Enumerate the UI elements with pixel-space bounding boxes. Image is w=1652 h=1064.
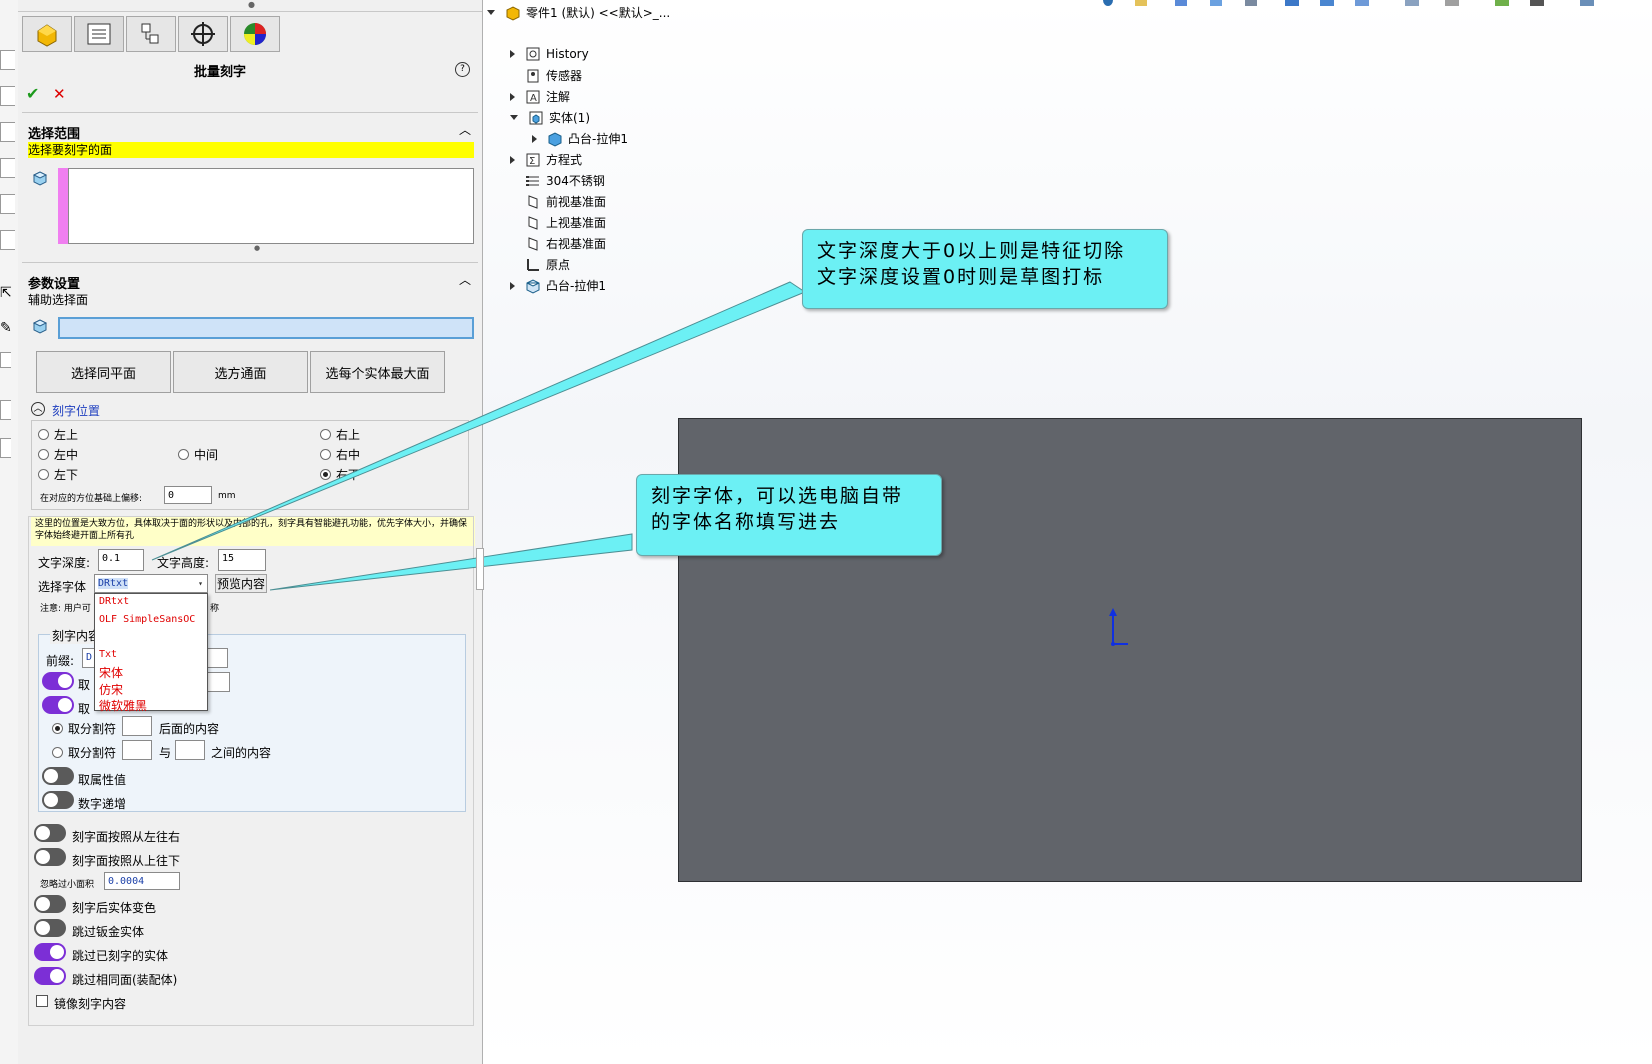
callout-depth: 文字深度大于0以上则是特征切除 文字深度设置0时则是草图打标	[802, 229, 1168, 309]
callout-font: 刻字字体，可以选电脑自带 的字体名称填写进去	[636, 474, 942, 556]
callout-2-line1: 刻字字体，可以选电脑自带	[651, 485, 904, 507]
callout-1-line1: 文字深度大于0以上则是特征切除	[817, 240, 1126, 262]
callout-1-line2: 文字深度设置0时则是草图打标	[817, 266, 1105, 288]
splitter-handle[interactable]	[476, 548, 484, 590]
callout-2-line2: 的字体名称填写进去	[651, 511, 841, 533]
callout-2-leader	[269, 533, 633, 591]
